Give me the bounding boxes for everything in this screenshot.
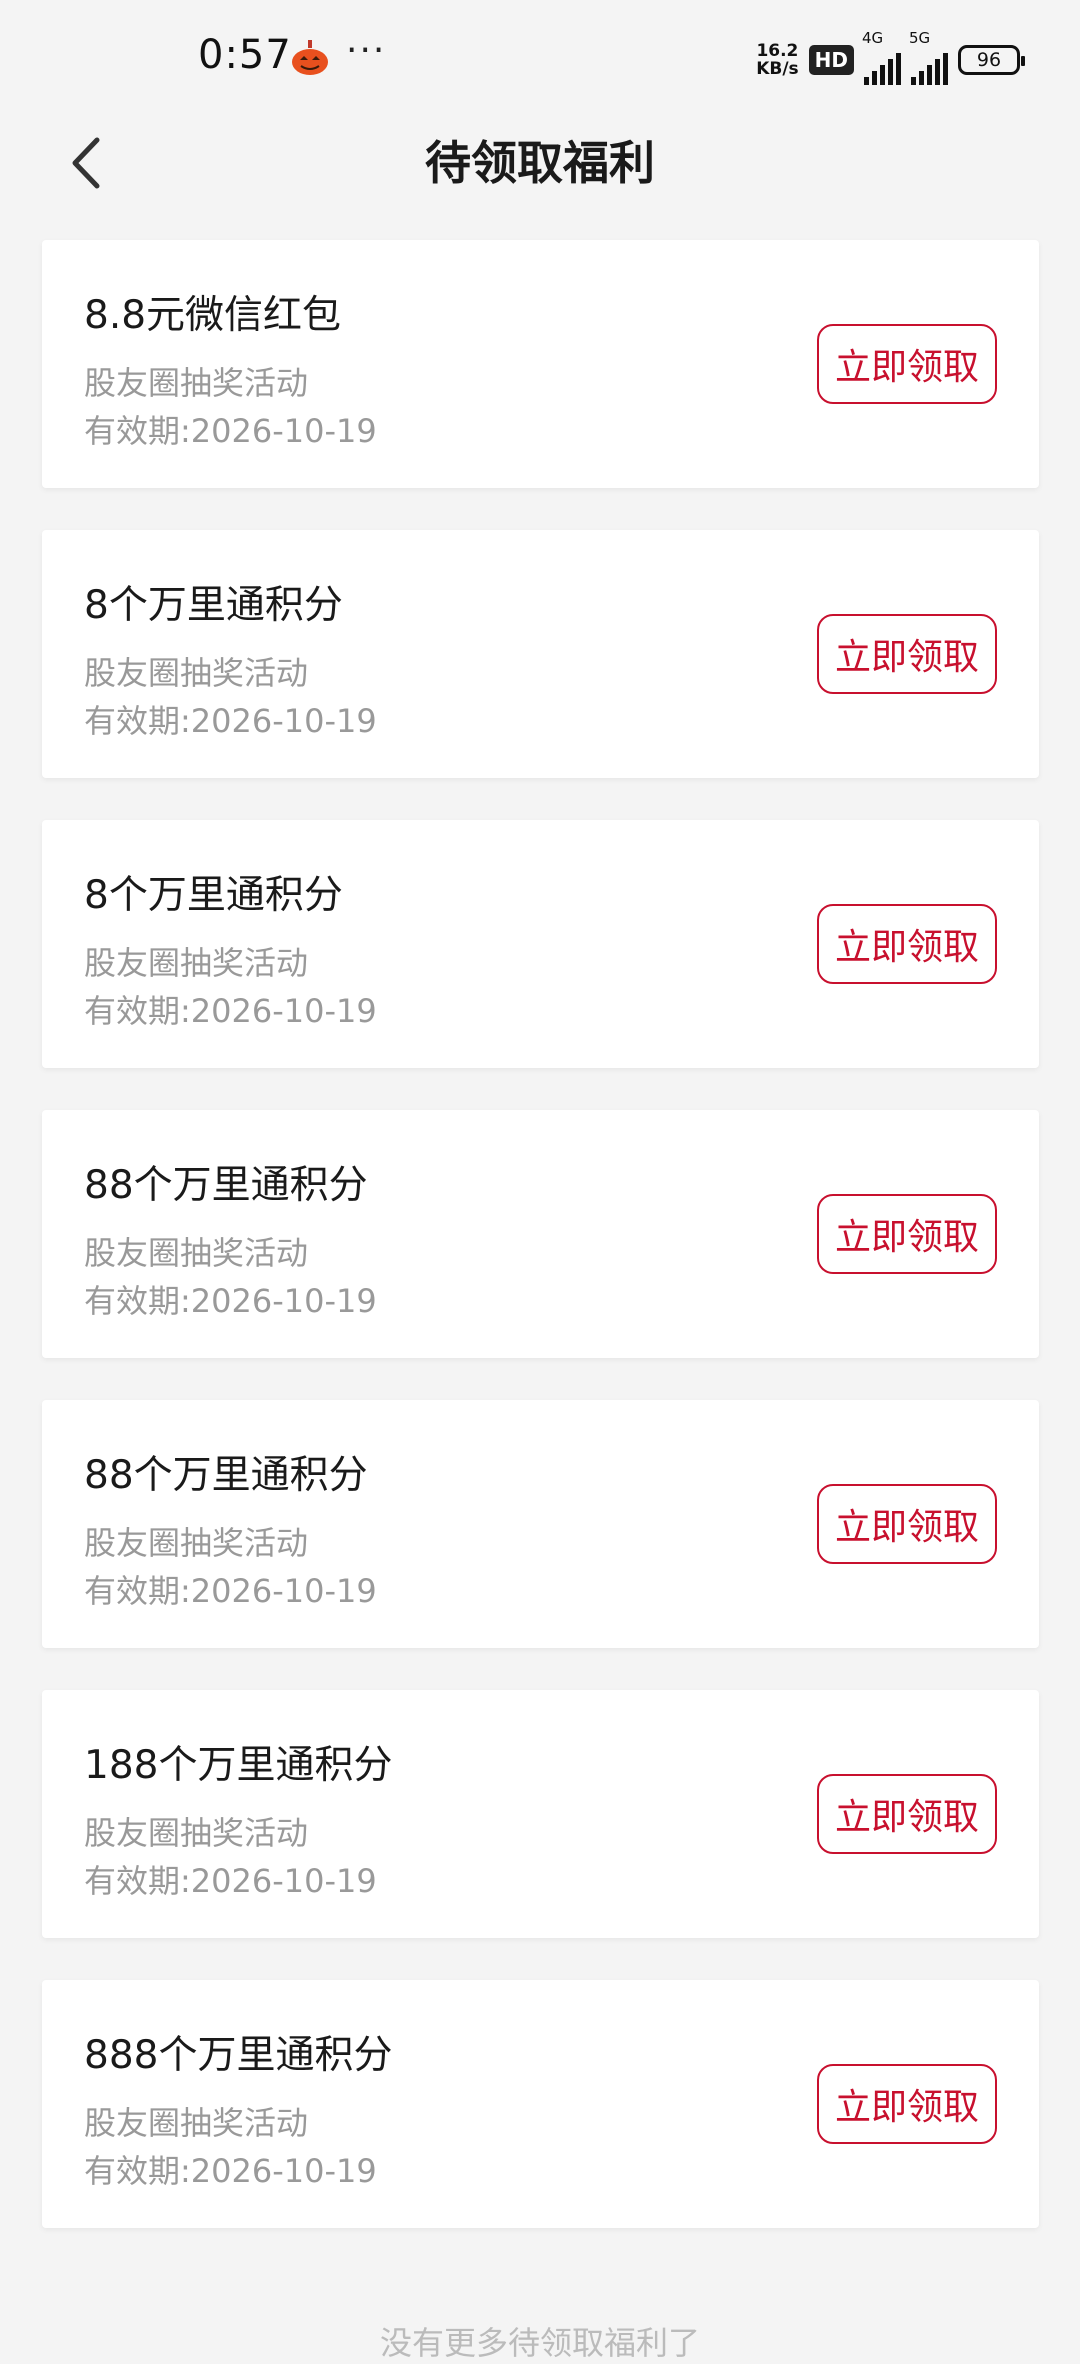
claim-button[interactable]: 立即领取 <box>817 1194 997 1274</box>
welfare-title: 8.8元微信红包 <box>84 293 342 338</box>
welfare-card: 8个万里通积分 股友圈抽奖活动 有效期:2026-10-19 立即领取 <box>42 530 1039 778</box>
welfare-expiry: 有效期:2026-10-19 <box>84 1282 377 1320</box>
network-speed-unit: KB/s <box>756 59 799 79</box>
status-more-dots: ··· <box>346 30 387 71</box>
welfare-source: 股友圈抽奖活动 <box>84 1524 309 1562</box>
welfare-title: 8个万里通积分 <box>84 583 343 628</box>
welfare-card: 8个万里通积分 股友圈抽奖活动 有效期:2026-10-19 立即领取 <box>42 820 1039 1068</box>
status-bar: 0:57 ··· 16.2 KB/s HD 4G 5G 96 <box>0 0 1080 118</box>
claim-button[interactable]: 立即领取 <box>817 1774 997 1854</box>
signal-4g-icon: 4G <box>862 29 901 85</box>
welfare-source: 股友圈抽奖活动 <box>84 654 309 692</box>
status-indicators: 16.2 KB/s HD 4G 5G 96 <box>756 29 1025 86</box>
end-of-list-text: 没有更多待领取福利了 <box>379 2324 700 2362</box>
welfare-source: 股友圈抽奖活动 <box>84 2104 309 2142</box>
claim-button[interactable]: 立即领取 <box>817 2064 997 2144</box>
welfare-expiry: 有效期:2026-10-19 <box>84 1572 377 1610</box>
welfare-card: 88个万里通积分 股友圈抽奖活动 有效期:2026-10-19 立即领取 <box>42 1110 1039 1358</box>
welfare-title: 8个万里通积分 <box>84 873 343 918</box>
pumpkin-app-icon <box>290 40 330 76</box>
signal-5g-icon: 5G <box>909 29 948 85</box>
welfare-expiry: 有效期:2026-10-19 <box>84 702 377 740</box>
claim-button[interactable]: 立即领取 <box>817 614 997 694</box>
welfare-source: 股友圈抽奖活动 <box>84 944 309 982</box>
claim-button[interactable]: 立即领取 <box>817 324 997 404</box>
welfare-list: 8.8元微信红包 股友圈抽奖活动 有效期:2026-10-19 立即领取 8个万… <box>42 240 1039 2270</box>
welfare-title: 188个万里通积分 <box>84 1743 393 1788</box>
welfare-card: 888个万里通积分 股友圈抽奖活动 有效期:2026-10-19 立即领取 <box>42 1980 1039 2228</box>
hd-badge: HD <box>808 45 854 75</box>
claim-button[interactable]: 立即领取 <box>817 1484 997 1564</box>
page-title: 待领取福利 <box>425 136 655 190</box>
claim-button[interactable]: 立即领取 <box>817 904 997 984</box>
welfare-expiry: 有效期:2026-10-19 <box>84 992 377 1030</box>
welfare-source: 股友圈抽奖活动 <box>84 1814 309 1852</box>
welfare-source: 股友圈抽奖活动 <box>84 1234 309 1272</box>
welfare-expiry: 有效期:2026-10-19 <box>84 1862 377 1900</box>
welfare-card: 88个万里通积分 股友圈抽奖活动 有效期:2026-10-19 立即领取 <box>42 1400 1039 1648</box>
welfare-expiry: 有效期:2026-10-19 <box>84 2152 377 2190</box>
network-speed: 16.2 KB/s <box>756 42 798 78</box>
welfare-expiry: 有效期:2026-10-19 <box>84 412 377 450</box>
welfare-title: 888个万里通积分 <box>84 2033 393 2078</box>
welfare-card: 188个万里通积分 股友圈抽奖活动 有效期:2026-10-19 立即领取 <box>42 1690 1039 1938</box>
signal-4g-label: 4G <box>862 29 884 47</box>
navigation-bar: 待领取福利 <box>0 118 1080 212</box>
battery-level: 96 <box>976 49 1002 71</box>
welfare-title: 88个万里通积分 <box>84 1163 368 1208</box>
battery-icon: 96 <box>958 45 1025 75</box>
welfare-title: 88个万里通积分 <box>84 1453 368 1498</box>
status-time: 0:57 <box>198 32 292 78</box>
welfare-source: 股友圈抽奖活动 <box>84 364 309 402</box>
welfare-card: 8.8元微信红包 股友圈抽奖活动 有效期:2026-10-19 立即领取 <box>42 240 1039 488</box>
signal-5g-label: 5G <box>909 29 931 47</box>
network-speed-value: 16.2 <box>756 41 799 61</box>
